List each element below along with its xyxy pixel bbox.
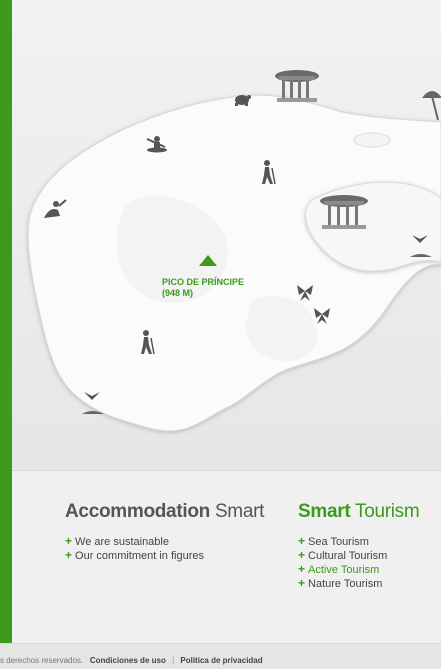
tourism-link-nature[interactable]: + Nature Tourism [298, 577, 419, 591]
accommodation-heading-light: Smart [214, 501, 265, 522]
umbrella-icon [422, 91, 441, 121]
tourism-link-sea[interactable]: + Sea Tourism [298, 535, 419, 549]
island-map: PICO DE PRÍNCIPE (948 M) [12, 0, 441, 470]
footer-privacy-link[interactable]: Política de privacidad [180, 656, 262, 665]
tourism-heading-light: Tourism [355, 501, 420, 522]
plus-icon: + [298, 534, 306, 548]
accommodation-link-commitment[interactable]: + Our commitment in figures [65, 549, 264, 563]
peak-label: PICO DE PRÍNCIPE (948 M) [162, 277, 244, 299]
links-panel: Accommodation Smart + We are sustainable … [12, 471, 441, 643]
accommodation-heading[interactable]: Accommodation Smart [65, 501, 264, 523]
accommodation-link-sustainable[interactable]: + We are sustainable [65, 535, 264, 549]
tourism-link-cultural[interactable]: + Cultural Tourism [298, 549, 419, 563]
footer: s derechos reservados. Condiciones de us… [0, 643, 441, 669]
island-map-graphic [27, 70, 441, 432]
plus-icon: + [298, 562, 306, 576]
plus-icon: + [65, 548, 73, 562]
footer-text: s derechos reservados. Condiciones de us… [0, 656, 263, 665]
footer-separator: | [172, 656, 175, 665]
tourism-links: + Sea Tourism + Cultural Tourism + Active T… [298, 535, 419, 591]
plus-icon: + [65, 534, 73, 548]
left-accent-bar [0, 0, 12, 643]
accommodation-section: Accommodation Smart + We are sustainable … [65, 501, 264, 563]
tourism-link-active[interactable]: + Active Tourism [298, 563, 419, 577]
tourism-heading[interactable]: Smart Tourism [298, 501, 420, 523]
plus-icon: + [298, 576, 306, 590]
islet-shape [353, 132, 391, 148]
peak-label-name: PICO DE PRÍNCIPE [162, 277, 245, 287]
tourism-section: Smart Tourism + Sea Tourism + Cultural Tou… [298, 501, 420, 591]
plus-icon: + [298, 548, 306, 562]
accommodation-heading-strong: Accommodation [65, 501, 210, 522]
peak-label-height: (948 M) [162, 288, 194, 298]
footer-terms-link[interactable]: Condiciones de uso [90, 656, 166, 665]
tourism-heading-strong: Smart [298, 501, 351, 522]
accommodation-links: + We are sustainable + Our commitment in f… [65, 535, 264, 563]
footer-rights: s derechos reservados. [0, 656, 84, 665]
